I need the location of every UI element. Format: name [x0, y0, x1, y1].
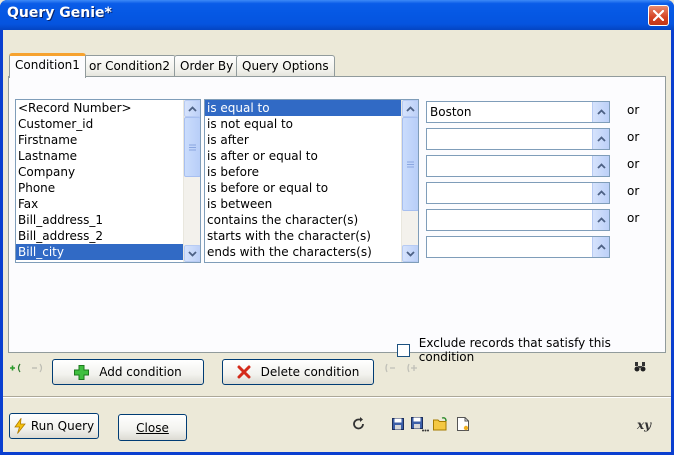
operator-list-item[interactable]: is after — [205, 132, 418, 148]
operator-list-item[interactable]: starts with the character(s) — [205, 228, 418, 244]
close-icon — [653, 10, 664, 21]
chevron-up-icon — [596, 190, 606, 196]
chevron-up-icon — [596, 136, 606, 142]
insert-paren-icon[interactable] — [9, 363, 23, 373]
value-dropdown-button[interactable] — [592, 183, 609, 203]
new-document-icon[interactable] — [457, 417, 469, 431]
operator-list-item[interactable]: is after or equal to — [205, 148, 418, 164]
window-close-button[interactable] — [648, 5, 669, 26]
operator-list-item[interactable]: ends with the characters(s) — [205, 244, 418, 260]
operator-list-item[interactable]: is before — [205, 164, 418, 180]
operator-scroll-up-button[interactable] — [402, 100, 418, 117]
exclude-option[interactable]: Exclude records that satisfy this condit… — [397, 336, 665, 364]
tab-query-options[interactable]: Query Options — [236, 55, 335, 77]
chevron-up-icon — [188, 105, 197, 112]
binoculars-icon[interactable] — [634, 361, 646, 372]
operator-list-item[interactable]: is not equal to — [205, 116, 418, 132]
operator-list[interactable]: is equal to is not equal to is after is aft… — [204, 99, 419, 263]
run-query-button[interactable]: Run Query — [9, 413, 99, 439]
exclude-checkbox[interactable] — [397, 343, 410, 357]
grip-icon — [189, 144, 196, 150]
field-list-item[interactable]: Bill_address_2 — [16, 228, 200, 244]
chevron-up-icon — [596, 109, 606, 115]
value-dropdown-button[interactable] — [592, 156, 609, 176]
plus-icon — [74, 364, 90, 380]
chevron-down-icon — [406, 250, 415, 257]
exclude-label: Exclude records that satisfy this condit… — [418, 336, 611, 364]
remove-paren-icon[interactable] — [31, 363, 43, 373]
tab-condition1[interactable]: Condition1 — [9, 53, 86, 78]
value-dropdown-button[interactable] — [592, 129, 609, 149]
delete-condition-label: Delete condition — [260, 365, 360, 379]
grip-icon — [407, 161, 414, 167]
run-query-label: Run Query — [30, 419, 95, 433]
field-scroll-down-button[interactable] — [184, 245, 200, 262]
value-dropdown-button[interactable] — [592, 237, 609, 257]
undo-icon[interactable] — [352, 417, 366, 431]
folder-icon[interactable] — [433, 417, 449, 431]
value-text: Boston — [430, 105, 472, 119]
xy-label[interactable]: xy — [637, 418, 651, 432]
chevron-up-icon — [596, 217, 606, 223]
title-bar[interactable]: Query Genie* — [0, 0, 674, 30]
bottom-separator — [3, 396, 671, 398]
value-dropdown-button[interactable] — [592, 210, 609, 230]
field-scroll-thumb[interactable] — [184, 117, 200, 177]
field-list-item[interactable]: Bill_city — [16, 244, 200, 260]
or-label: or — [627, 130, 640, 144]
delete-condition-button[interactable]: Delete condition — [222, 359, 374, 385]
field-scroll-up-button[interactable] — [184, 100, 200, 117]
save-icon[interactable] — [392, 418, 404, 430]
add-condition-label: Add condition — [99, 365, 182, 379]
tab-order-by[interactable]: Order By — [174, 55, 240, 77]
field-list-scrollbar[interactable] — [183, 100, 200, 262]
tab-condition2[interactable]: or Condition2 — [83, 55, 176, 77]
x-icon — [237, 365, 251, 379]
value-input[interactable]: Boston — [426, 101, 610, 123]
operator-scroll-thumb[interactable] — [402, 117, 418, 211]
field-list-item[interactable]: Phone — [16, 180, 200, 196]
window-title: Query Genie* — [7, 5, 112, 21]
query-genie-window: Query Genie* Condition1 or Condition2 Or… — [0, 0, 674, 455]
operator-list-item[interactable]: is between — [205, 196, 418, 212]
value-input[interactable] — [426, 209, 610, 231]
field-list-item[interactable]: Company — [16, 164, 200, 180]
close-label: Close — [136, 420, 169, 435]
value-input[interactable] — [426, 236, 610, 258]
condition-panel: <Record Number> Customer_id Firstname Lastn… — [8, 76, 666, 364]
chevron-up-icon — [406, 105, 415, 112]
value-input[interactable] — [426, 182, 610, 204]
or-label: or — [627, 211, 640, 225]
chevron-up-icon — [596, 244, 606, 250]
field-list-item[interactable]: Lastname — [16, 148, 200, 164]
value-dropdown-button[interactable] — [592, 102, 609, 122]
chevron-up-icon — [596, 163, 606, 169]
or-label: or — [627, 157, 640, 171]
field-list-item[interactable]: Fax — [16, 196, 200, 212]
move-down-icon[interactable] — [406, 363, 418, 373]
save-as-icon[interactable] — [411, 417, 429, 432]
operator-scroll-down-button[interactable] — [402, 245, 418, 262]
add-condition-button[interactable]: Add condition — [52, 359, 204, 385]
move-up-icon[interactable] — [384, 363, 396, 373]
operator-list-item[interactable]: is before or equal to — [205, 180, 418, 196]
field-list[interactable]: <Record Number> Customer_id Firstname Lastn… — [15, 99, 201, 263]
operator-list-item[interactable]: contains the character(s) — [205, 212, 418, 228]
or-label: or — [627, 184, 640, 198]
operator-list-item[interactable]: is equal to — [205, 100, 418, 116]
lightning-icon — [14, 418, 26, 434]
chevron-down-icon — [188, 250, 197, 257]
field-list-item[interactable]: Customer_id — [16, 116, 200, 132]
value-input[interactable] — [426, 155, 610, 177]
value-input[interactable] — [426, 128, 610, 150]
field-list-item[interactable]: <Record Number> — [16, 100, 200, 116]
field-list-item[interactable]: Firstname — [16, 132, 200, 148]
dialog-client: Condition1 or Condition2 Order By Query … — [3, 30, 671, 452]
close-button[interactable]: Close — [118, 414, 187, 441]
operator-list-scrollbar[interactable] — [401, 100, 418, 262]
or-label: or — [627, 103, 640, 117]
field-list-item[interactable]: Bill_address_1 — [16, 212, 200, 228]
